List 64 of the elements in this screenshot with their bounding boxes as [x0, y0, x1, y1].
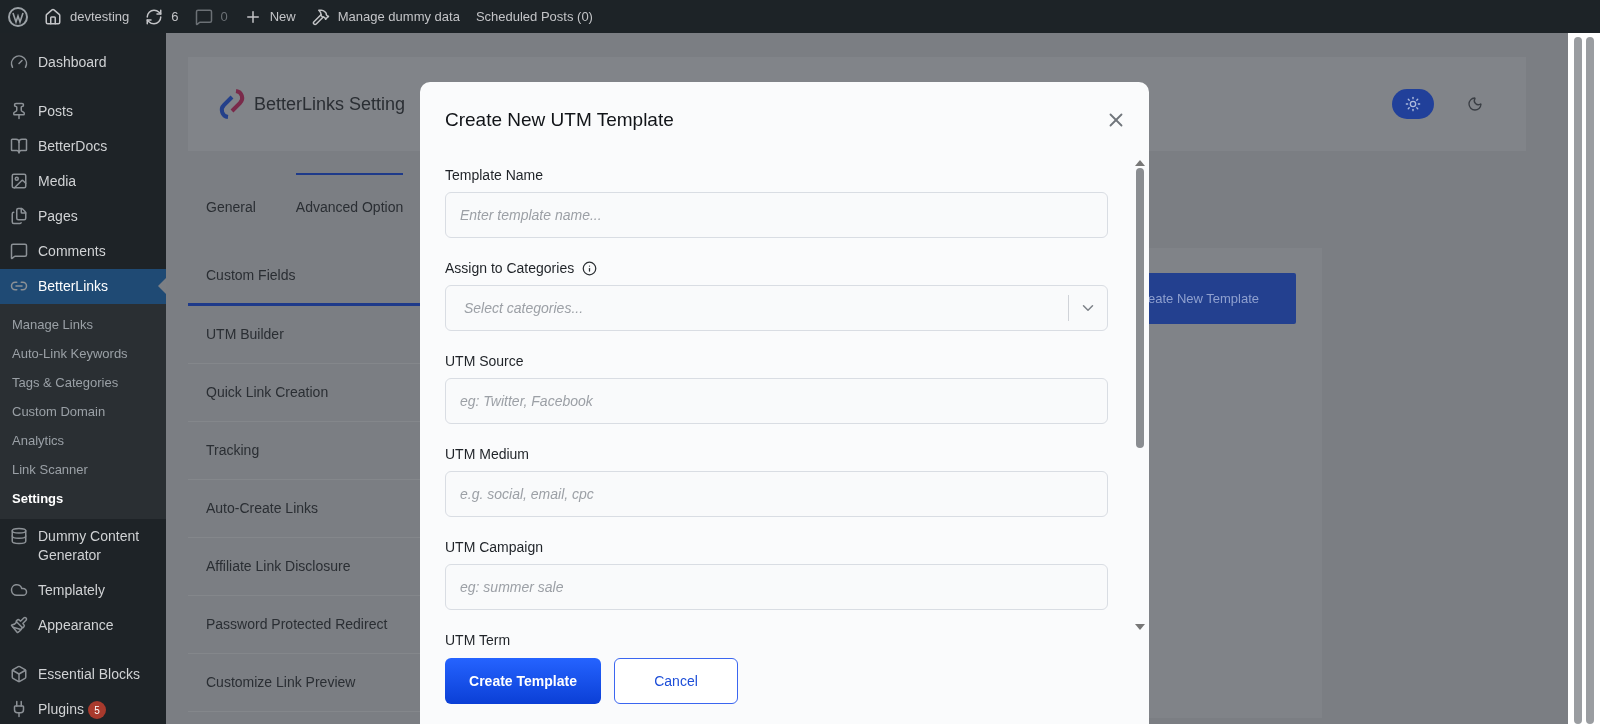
paintbrush-icon — [10, 616, 28, 634]
field-label: UTM Medium — [445, 445, 529, 463]
sidebar-item[interactable]: Media — [0, 164, 166, 199]
sidebar-item[interactable]: Templately — [0, 573, 166, 608]
submenu-item[interactable]: Analytics — [0, 426, 166, 455]
admin-bar-item[interactable]: New — [243, 6, 296, 27]
sidebar-item[interactable]: Plugins 5 — [0, 692, 166, 724]
text-field[interactable]: eg: Twitter, Facebook — [445, 378, 1108, 424]
chain-logo-icon — [218, 88, 246, 120]
admin-bar-item[interactable]: Scheduled Posts (0) — [475, 6, 593, 27]
settings-tab[interactable]: General — [206, 173, 256, 226]
admin-bar-item[interactable]: 6 — [145, 6, 179, 27]
home-icon — [44, 7, 62, 26]
sidebar-item[interactable]: BetterLinks — [0, 269, 166, 304]
scrollbar[interactable] — [1134, 160, 1146, 630]
submenu-item[interactable]: Tags & Categories — [0, 368, 166, 397]
gauge-icon — [10, 53, 28, 71]
comment-icon — [194, 7, 213, 26]
create-button[interactable]: Create Template — [445, 658, 601, 704]
field-label: Assign to Categories — [445, 259, 575, 277]
logo-icon[interactable] — [8, 6, 28, 27]
cloud-icon — [10, 581, 28, 599]
submenu-item[interactable]: Link Scanner — [0, 455, 166, 484]
sidebar-item[interactable]: Dashboard — [0, 45, 166, 80]
create-template-button[interactable]: eate New Template — [1146, 273, 1296, 324]
database-icon — [10, 527, 28, 545]
count-badge: 5 — [88, 701, 106, 719]
cancel-button[interactable]: Cancel — [614, 658, 738, 704]
settings-tab[interactable]: Advanced Option — [295, 173, 404, 226]
sidebar-item[interactable]: Posts — [0, 94, 166, 129]
field-label: Template Name — [445, 166, 544, 184]
field-label: UTM Source — [445, 352, 524, 370]
admin-bar-item[interactable]: Manage dummy data — [311, 6, 460, 27]
sidebar-item[interactable]: Comments — [0, 234, 166, 269]
field-label: UTM Campaign — [445, 538, 544, 556]
book-icon — [10, 137, 28, 155]
block-icon — [10, 665, 28, 683]
sun-icon — [1405, 96, 1421, 112]
sidebar-item[interactable]: Appearance — [0, 608, 166, 643]
text-field[interactable]: Enter template name... — [445, 192, 1108, 238]
media-icon — [10, 172, 28, 190]
field-label: UTM Term — [445, 631, 511, 646]
info-icon[interactable] — [582, 260, 598, 276]
theme-toggle[interactable] — [1392, 89, 1434, 119]
refresh-icon — [145, 7, 164, 26]
sidebar-item[interactable]: Essential Blocks — [0, 657, 166, 692]
moon-icon — [1467, 96, 1483, 112]
sidebar-item[interactable]: Dummy Content Generator — [0, 519, 166, 573]
sidebar-item[interactable]: BetterDocs — [0, 129, 166, 164]
text-field[interactable]: e.g. social, email, cpc — [445, 471, 1108, 517]
pin-icon — [10, 102, 28, 120]
admin-bar-item[interactable]: 0 — [194, 6, 228, 27]
settings-title: BetterLinks Setting — [254, 92, 406, 116]
text-field[interactable]: eg: summer sale — [445, 564, 1108, 610]
modal-title: Create New UTM Template — [445, 107, 674, 132]
admin-bar-item[interactable]: devtesting — [44, 6, 130, 27]
pages-icon — [10, 207, 28, 225]
submenu-item[interactable]: Settings — [0, 484, 166, 513]
hammer-icon — [311, 7, 330, 26]
submenu-item[interactable]: Auto-Link Keywords — [0, 339, 166, 368]
sidebar-item[interactable]: Pages — [0, 199, 166, 234]
submenu-item[interactable]: Manage Links — [0, 310, 166, 339]
comment-icon — [10, 242, 28, 260]
submenu-item[interactable]: Custom Domain — [0, 397, 166, 426]
